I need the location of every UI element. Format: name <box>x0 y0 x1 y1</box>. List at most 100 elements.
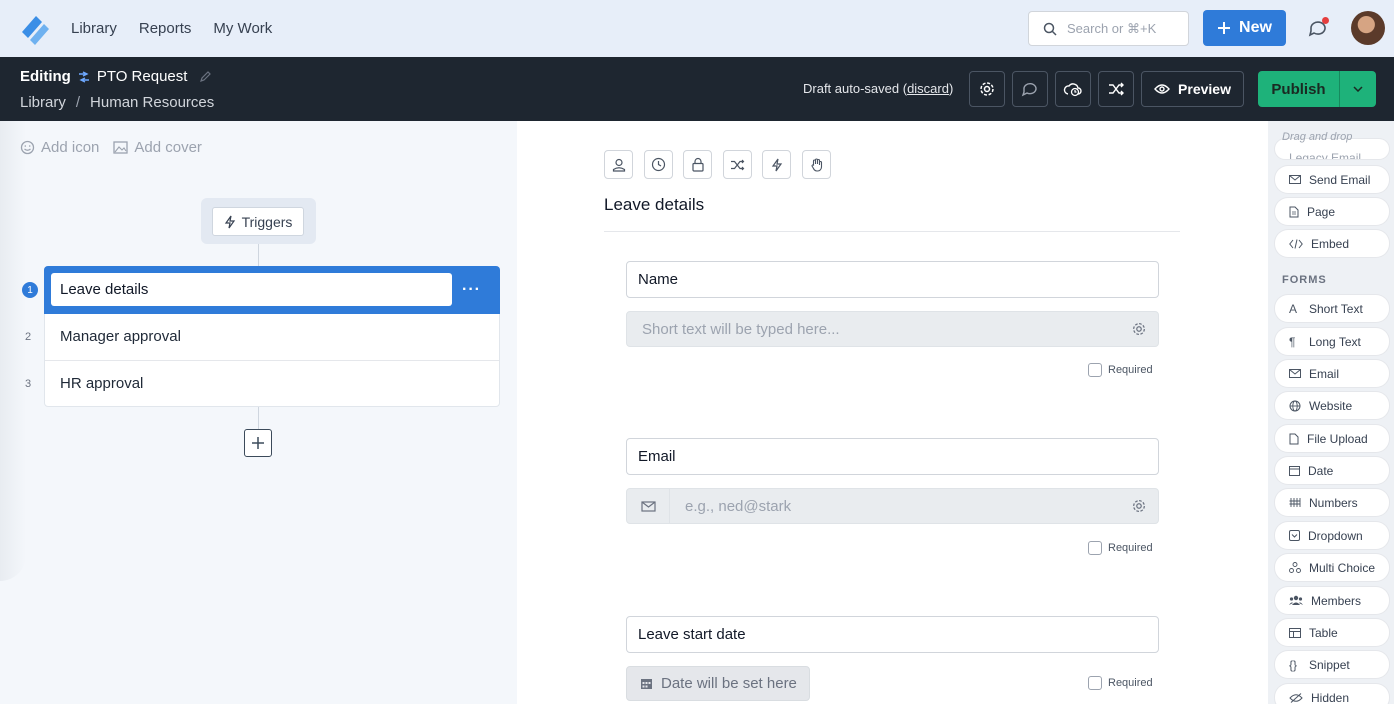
required-checkbox[interactable] <box>1088 541 1102 555</box>
lightning-icon <box>224 215 236 229</box>
section-divider <box>604 231 1180 232</box>
palette-item-label: Email <box>1309 366 1340 381</box>
field-label-input-name[interactable]: Name <box>626 261 1159 298</box>
assignee-tool[interactable] <box>604 150 633 179</box>
palette-item-snippet[interactable]: {} Snippet <box>1275 651 1389 678</box>
hand-icon <box>810 157 824 172</box>
conditions-tool[interactable] <box>723 150 752 179</box>
short-text-placeholder: Short text will be typed here... <box>642 320 840 338</box>
date-preview: Date will be set here <box>626 666 810 701</box>
publish-button[interactable]: Publish <box>1258 71 1376 107</box>
add-cover-button[interactable]: Add cover <box>113 139 202 156</box>
comments-button[interactable] <box>1012 71 1048 107</box>
stop-tool[interactable] <box>802 150 831 179</box>
palette-item-short-text[interactable]: A Short Text <box>1275 295 1389 322</box>
numbers-icon <box>1289 497 1301 508</box>
palette-item-numbers[interactable]: Numbers <box>1275 489 1389 516</box>
palette-item-send-email[interactable]: Send Email <box>1275 166 1389 193</box>
workflow-icon <box>77 70 91 84</box>
section-title[interactable]: Leave details <box>604 195 704 215</box>
drag-drop-hint: Drag and drop <box>1282 131 1353 143</box>
nav-library[interactable]: Library <box>71 20 117 37</box>
paragraph-icon: ¶ <box>1289 334 1296 349</box>
breadcrumb: Library / Human Resources <box>20 94 214 111</box>
palette-item-table[interactable]: Table <box>1275 619 1389 646</box>
more-options-icon[interactable]: ··· <box>462 281 481 299</box>
triggers-button[interactable]: Triggers <box>212 207 304 236</box>
palette-item-website[interactable]: Website <box>1275 392 1389 419</box>
cloud-history-button[interactable] <box>1055 71 1091 107</box>
required-toggle[interactable]: Required <box>1088 363 1153 377</box>
breadcrumb-library[interactable]: Library <box>20 94 66 111</box>
email-preview: e.g., ned@stark <box>626 488 1159 524</box>
multi-choice-icon <box>1289 562 1301 573</box>
permissions-tool[interactable] <box>683 150 712 179</box>
step-item-hr-approval[interactable]: HR approval <box>60 375 143 392</box>
due-date-tool[interactable] <box>644 150 673 179</box>
step-item-manager-approval[interactable]: Manager approval <box>60 328 181 345</box>
braces-icon: {} <box>1289 657 1298 672</box>
required-toggle[interactable]: Required <box>1088 541 1153 555</box>
palette-item-label: Short Text <box>1309 301 1363 316</box>
shuffle-icon <box>1107 80 1125 98</box>
add-icon-button[interactable]: Add icon <box>20 139 99 156</box>
publish-label: Publish <box>1271 80 1326 98</box>
palette-item-label: Website <box>1309 398 1353 413</box>
discard-link[interactable]: discard <box>907 81 949 96</box>
palette-item-label: File Upload <box>1307 431 1368 446</box>
palette-item-date[interactable]: Date <box>1275 457 1389 484</box>
image-icon <box>113 141 129 154</box>
palette-item-email[interactable]: Email <box>1275 360 1389 387</box>
settings-button[interactable] <box>969 71 1005 107</box>
preview-button[interactable]: Preview <box>1141 71 1244 107</box>
gear-icon[interactable] <box>1131 321 1147 337</box>
table-icon <box>1289 627 1301 638</box>
add-row: Add icon Add cover <box>20 139 202 156</box>
breadcrumb-human-resources[interactable]: Human Resources <box>90 94 214 111</box>
avatar[interactable] <box>1351 11 1385 45</box>
globe-icon <box>1289 400 1301 412</box>
palette-item-hidden[interactable]: Hidden <box>1275 684 1389 704</box>
palette-item-long-text[interactable]: ¶ Long Text <box>1275 328 1389 355</box>
connector-line <box>258 407 259 429</box>
palette-item-page[interactable]: Page <box>1275 198 1389 225</box>
step-name-input[interactable]: Leave details <box>51 273 452 306</box>
shuffle-icon <box>730 158 745 172</box>
required-checkbox[interactable] <box>1088 363 1102 377</box>
envelope-icon <box>1289 369 1301 378</box>
envelope-icon <box>627 489 670 523</box>
palette-item-file-upload[interactable]: File Upload <box>1275 425 1389 452</box>
lightning-icon <box>771 158 783 172</box>
search-input[interactable]: Search or ⌘+K <box>1028 11 1189 46</box>
palette-item-dropdown[interactable]: Dropdown <box>1275 522 1389 549</box>
required-label: Required <box>1108 677 1153 689</box>
draft-status: Draft auto-saved (discard) <box>803 81 954 96</box>
forms-heading: FORMS <box>1282 274 1327 286</box>
nav-reports[interactable]: Reports <box>139 20 192 37</box>
app-logo-icon[interactable] <box>18 12 52 46</box>
text-a-icon: A <box>1289 301 1298 316</box>
calendar-icon <box>640 677 653 690</box>
palette-item-members[interactable]: Members <box>1275 587 1389 614</box>
required-toggle[interactable]: Required <box>1088 676 1153 690</box>
new-button[interactable]: New <box>1203 10 1286 46</box>
document-title[interactable]: PTO Request <box>97 68 188 85</box>
shuffle-button[interactable] <box>1098 71 1134 107</box>
field-label-input-email[interactable]: Email <box>626 438 1159 475</box>
required-checkbox[interactable] <box>1088 676 1102 690</box>
add-step-button[interactable] <box>244 429 272 457</box>
preview-label: Preview <box>1178 81 1231 97</box>
new-button-label: New <box>1239 19 1272 36</box>
field-label-input-leave-start-date[interactable]: Leave start date <box>626 616 1159 653</box>
file-icon <box>1289 433 1299 445</box>
edit-pencil-icon[interactable] <box>199 70 212 83</box>
nav-my-work[interactable]: My Work <box>213 20 272 37</box>
automation-tool[interactable] <box>762 150 791 179</box>
required-label: Required <box>1108 542 1153 554</box>
gear-icon[interactable] <box>1131 498 1147 514</box>
step-item-leave-details[interactable]: Leave details ··· <box>44 266 500 314</box>
palette-item-multi-choice[interactable]: Multi Choice <box>1275 554 1389 581</box>
palette-item-embed[interactable]: Embed <box>1275 230 1389 257</box>
publish-dropdown-chevron-down-icon[interactable] <box>1339 71 1376 107</box>
step-divider <box>45 360 499 361</box>
